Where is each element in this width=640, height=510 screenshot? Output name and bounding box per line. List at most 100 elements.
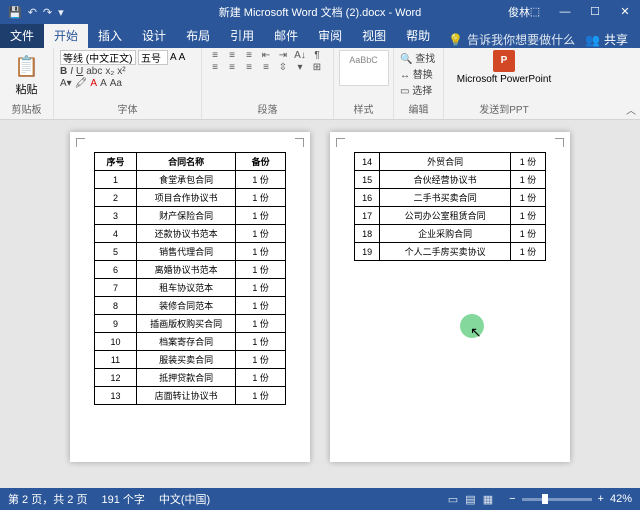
page-2: 14外贸合同1 份15合伙经营协议书1 份16二手书买卖合同1 份17公司办公室… <box>330 132 570 462</box>
tab-layout[interactable]: 布局 <box>176 23 220 48</box>
share-button[interactable]: 👥共享 <box>585 31 628 48</box>
style-preview: AaBbC <box>349 55 378 65</box>
font-name-input[interactable] <box>60 50 136 65</box>
read-mode-icon[interactable]: ▭ <box>448 494 458 506</box>
zoom-level[interactable]: 42% <box>610 493 632 505</box>
table-cell: 1 份 <box>236 243 286 261</box>
table-row: 7租车协议范本1 份 <box>95 279 286 297</box>
zoom-out-button[interactable]: − <box>509 493 515 505</box>
view-buttons: ▭ ▤ ▦ <box>446 493 495 506</box>
maximize-icon[interactable]: ☐ <box>580 0 610 24</box>
cursor-arrow-icon: ↖ <box>470 324 482 341</box>
borders-button[interactable]: ⊞ <box>310 62 324 73</box>
tab-design[interactable]: 设计 <box>132 23 176 48</box>
table-cell: 1 份 <box>511 153 546 171</box>
shrink-font-icon[interactable]: A <box>179 52 186 63</box>
minimize-icon[interactable]: — <box>550 0 580 24</box>
align-left-button[interactable]: ≡ <box>208 62 222 73</box>
shading-button[interactable]: ▾ <box>293 62 307 73</box>
qat-more-icon[interactable]: ▾ <box>58 6 64 19</box>
align-right-button[interactable]: ≡ <box>242 62 256 73</box>
tab-view[interactable]: 视图 <box>352 23 396 48</box>
table-row: 18企业采购合同1 份 <box>355 225 546 243</box>
table-row: 9插画版权购买合同1 份 <box>95 315 286 333</box>
collapse-ribbon-icon[interactable]: ︿ <box>626 102 636 117</box>
justify-button[interactable]: ≡ <box>259 62 273 73</box>
numbering-button[interactable]: ≡ <box>225 50 239 61</box>
page-1: 序号 合同名称 备份 1食堂承包合同1 份2项目合作协议书1 份3财产保险合同1… <box>70 132 310 462</box>
save-icon[interactable]: 💾 <box>8 6 22 19</box>
tab-insert[interactable]: 插入 <box>88 23 132 48</box>
table-cell: 抵押贷款合同 <box>137 369 236 387</box>
subscript-button[interactable]: x₂ <box>105 66 114 77</box>
paragraph-group-label: 段落 <box>208 101 327 117</box>
page-indicator[interactable]: 第 2 页，共 2 页 <box>8 491 87 507</box>
font-color-button[interactable]: A <box>90 78 97 89</box>
char-shading-button[interactable]: Aa <box>110 78 122 89</box>
paste-label: 粘贴 <box>16 81 38 97</box>
table-cell: 插画版权购买合同 <box>137 315 236 333</box>
tell-me[interactable]: 💡告诉我你想要做什么 <box>448 31 575 48</box>
show-marks-button[interactable]: ¶ <box>310 50 324 61</box>
char-border-button[interactable]: A <box>100 78 107 89</box>
group-clipboard: 📋 粘贴 剪贴板 <box>0 48 54 119</box>
contract-table-1: 序号 合同名称 备份 1食堂承包合同1 份2项目合作协议书1 份3财产保险合同1… <box>94 152 286 405</box>
align-center-button[interactable]: ≡ <box>225 62 239 73</box>
italic-button[interactable]: I <box>70 66 73 77</box>
superscript-button[interactable]: x² <box>117 66 125 77</box>
zoom-slider[interactable] <box>522 498 592 501</box>
table-cell: 1 份 <box>236 279 286 297</box>
document-area[interactable]: 序号 合同名称 备份 1食堂承包合同1 份2项目合作协议书1 份3财产保险合同1… <box>0 120 640 488</box>
line-spacing-button[interactable]: ⇳ <box>276 62 290 73</box>
tab-home[interactable]: 开始 <box>44 23 88 48</box>
table-cell: 档案寄存合同 <box>137 333 236 351</box>
undo-icon[interactable]: ↶ <box>28 6 37 19</box>
increase-indent-button[interactable]: ⇥ <box>276 50 290 61</box>
strikethrough-button[interactable]: abc <box>86 66 102 77</box>
language-indicator[interactable]: 中文(中国) <box>159 491 210 507</box>
table-cell: 1 份 <box>511 207 546 225</box>
tab-mailings[interactable]: 邮件 <box>264 23 308 48</box>
tab-help[interactable]: 帮助 <box>396 23 440 48</box>
underline-button[interactable]: U <box>76 66 83 77</box>
word-count[interactable]: 191 个字 <box>101 491 144 507</box>
paste-button[interactable]: 📋 粘贴 <box>6 50 47 101</box>
table-cell: 1 份 <box>236 387 286 405</box>
text-effects-button[interactable]: A▾ <box>60 78 72 89</box>
bold-button[interactable]: B <box>60 66 67 77</box>
table-cell: 店面转让协议书 <box>137 387 236 405</box>
table-cell: 1 份 <box>236 261 286 279</box>
styles-group-label: 样式 <box>340 101 387 117</box>
table-cell: 2 <box>95 189 137 207</box>
table-cell: 1 份 <box>236 171 286 189</box>
web-layout-icon[interactable]: ▦ <box>483 494 493 506</box>
close-icon[interactable]: ✕ <box>610 0 640 24</box>
ribbon-options-icon[interactable]: ⬚ <box>520 0 550 24</box>
find-button[interactable]: 🔍 查找 <box>400 50 437 65</box>
zoom-in-button[interactable]: + <box>598 493 604 505</box>
tab-file[interactable]: 文件 <box>0 23 44 48</box>
styles-gallery[interactable]: AaBbC <box>339 50 389 86</box>
redo-icon[interactable]: ↷ <box>43 6 52 19</box>
group-font: A A B I U abc x₂ x² A▾ 🖍 A A Aa 字体 <box>54 48 202 119</box>
table-row: 10档案寄存合同1 份 <box>95 333 286 351</box>
select-button[interactable]: ▭ 选择 <box>400 82 437 97</box>
table-cell: 8 <box>95 297 137 315</box>
table-cell: 财产保险合同 <box>137 207 236 225</box>
table-cell: 4 <box>95 225 137 243</box>
decrease-indent-button[interactable]: ⇤ <box>259 50 273 61</box>
tab-review[interactable]: 审阅 <box>308 23 352 48</box>
powerpoint-icon[interactable]: P <box>493 50 515 72</box>
print-layout-icon[interactable]: ▤ <box>465 494 475 506</box>
highlight-button[interactable]: 🖍 <box>75 78 88 89</box>
font-size-input[interactable] <box>138 50 168 65</box>
bullets-button[interactable]: ≡ <box>208 50 222 61</box>
table-cell: 12 <box>95 369 137 387</box>
table-row: 2项目合作协议书1 份 <box>95 189 286 207</box>
sort-button[interactable]: A↓ <box>293 50 307 61</box>
replace-button[interactable]: ↔ 替换 <box>400 66 437 81</box>
multilevel-button[interactable]: ≡ <box>242 50 256 61</box>
table-cell: 服装买卖合同 <box>137 351 236 369</box>
tab-references[interactable]: 引用 <box>220 23 264 48</box>
grow-font-icon[interactable]: A <box>170 52 177 63</box>
